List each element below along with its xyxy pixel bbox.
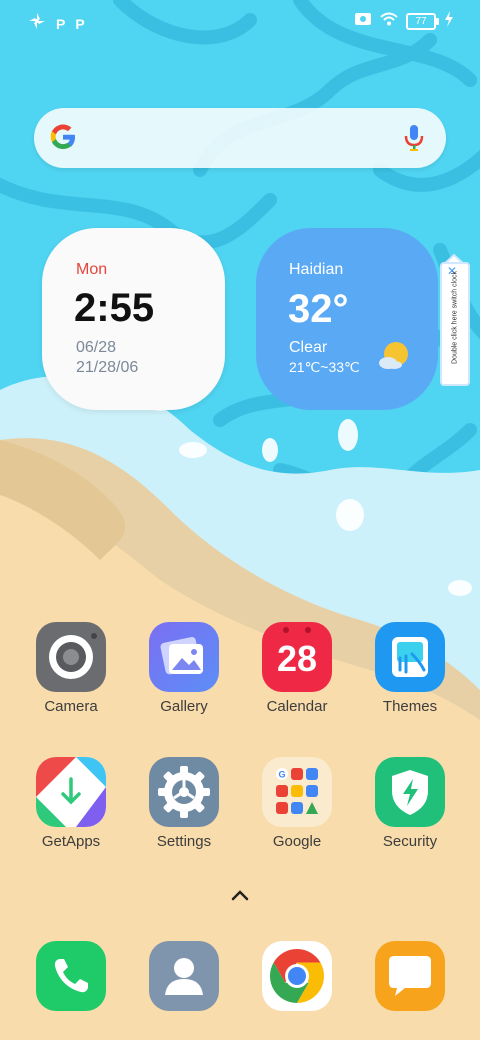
app-label: Gallery (160, 698, 208, 715)
chevron-up-icon[interactable] (230, 888, 250, 906)
clock-time: 2:55 (74, 286, 155, 330)
google-logo-icon (48, 122, 78, 157)
themes-icon (375, 622, 445, 692)
app-label: GetApps (41, 833, 101, 850)
calendar-date: 28 (276, 638, 318, 679)
app-label: Themes (382, 698, 438, 715)
status-bar: P P 77 (0, 0, 480, 44)
fan-icon (28, 12, 46, 35)
getapps-icon (36, 757, 106, 827)
camera-icon (36, 622, 106, 692)
weather-condition: Clear (289, 339, 328, 356)
svg-text:G: G (279, 770, 286, 780)
clock-day: Mon (76, 261, 108, 278)
screen-record-icon (354, 12, 372, 31)
app-calendar[interactable]: 28 Calendar (249, 622, 345, 742)
weather-temperature: 32° (288, 287, 349, 331)
system-icons: 77 (354, 11, 454, 32)
app-settings[interactable]: Settings (136, 757, 232, 877)
app-label: Google (272, 833, 322, 850)
dock-messages[interactable] (375, 941, 445, 1011)
dock-chrome[interactable] (262, 941, 332, 1011)
calendar-icon: 28 (262, 622, 332, 692)
app-gallery[interactable]: Gallery (136, 622, 232, 742)
google-folder-icon: G (262, 757, 332, 827)
app-getapps[interactable]: GetApps (23, 757, 119, 877)
clock-widget[interactable]: Mon 2:55 06/28 21/28/06 (42, 228, 225, 410)
security-icon (375, 757, 445, 827)
app-security[interactable]: Security (362, 757, 458, 877)
charging-icon (444, 11, 454, 32)
p-icon: P (56, 15, 66, 32)
switch-clock-text: Double click here switch clock (451, 271, 459, 364)
app-label: Camera (44, 698, 98, 715)
sun-cloud-icon (378, 341, 410, 376)
weather-range: 21℃~33℃ (289, 359, 360, 375)
google-search-bar[interactable] (34, 108, 446, 168)
clock-date: 06/28 (76, 339, 117, 356)
switch-clock-tab[interactable]: ✕ Double click here switch clock (440, 254, 470, 386)
p-icon: P (75, 15, 85, 32)
notification-icons: P P (28, 12, 85, 35)
app-camera[interactable]: Camera (23, 622, 119, 742)
search-input[interactable] (98, 122, 402, 156)
mic-icon[interactable] (404, 124, 424, 157)
weather-city: Haidian (289, 261, 344, 278)
gallery-icon (149, 622, 219, 692)
clock-alt-date: 21/28/06 (76, 359, 139, 376)
dock-phone[interactable] (36, 941, 106, 1011)
wifi-icon (380, 12, 398, 31)
weather-widget[interactable]: Haidian 32° Clear 21℃~33℃ (256, 228, 438, 410)
app-label: Settings (156, 833, 212, 850)
app-google-folder[interactable]: G Google (249, 757, 345, 877)
app-label: Security (382, 833, 438, 850)
battery-icon: 77 (406, 13, 439, 30)
dock-contacts[interactable] (149, 941, 219, 1011)
app-label: Calendar (266, 698, 328, 715)
settings-icon (149, 757, 219, 827)
app-themes[interactable]: Themes (362, 622, 458, 742)
